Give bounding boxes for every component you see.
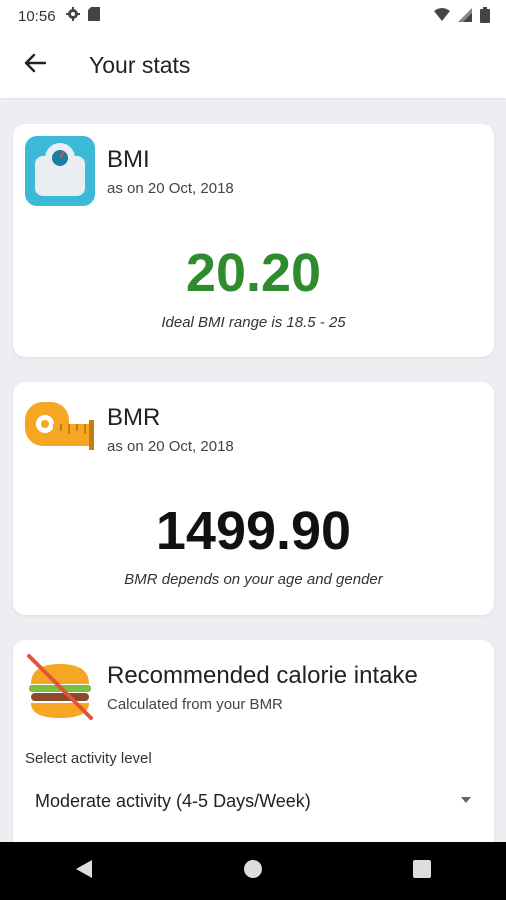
no-burger-icon xyxy=(25,652,95,722)
bmr-value: 1499.90 xyxy=(155,501,352,561)
recents-square-icon xyxy=(412,859,431,883)
calorie-card: Recommended calorie intake Calculated fr… xyxy=(13,640,494,870)
nav-home-button[interactable] xyxy=(223,851,283,891)
calorie-subtitle: Calculated from your BMR xyxy=(107,696,283,713)
sd-card-icon xyxy=(87,6,100,26)
bmr-card: BMR as on 20 Oct, 2018 1499.90 BMR depen… xyxy=(13,382,494,615)
gear-icon xyxy=(65,6,80,26)
nav-recents-button[interactable] xyxy=(392,851,452,891)
battery-icon xyxy=(480,7,490,28)
bmi-note: Ideal BMI range is 18.5 - 25 xyxy=(161,314,346,331)
home-circle-icon xyxy=(243,859,263,884)
activity-level-value: Moderate activity (4-5 Days/Week) xyxy=(35,790,311,811)
bmi-title: BMI xyxy=(107,146,150,173)
bmr-note: BMR depends on your age and gender xyxy=(124,571,383,588)
bmr-title: BMR xyxy=(107,404,161,431)
bmi-card: BMI as on 20 Oct, 2018 20.20 Ideal BMI r… xyxy=(13,124,494,357)
signal-icon xyxy=(458,8,472,27)
back-arrow-icon xyxy=(24,53,47,78)
back-button[interactable] xyxy=(15,45,55,85)
status-time: 10:56 xyxy=(18,7,56,25)
back-triangle-icon xyxy=(75,859,93,884)
wifi-icon xyxy=(434,8,450,27)
dropdown-arrow-icon xyxy=(461,797,471,803)
app-bar: Your stats xyxy=(0,32,506,98)
nav-back-button[interactable] xyxy=(54,851,114,891)
bmi-date: as on 20 Oct, 2018 xyxy=(107,180,234,197)
activity-level-label: Select activity level xyxy=(25,750,152,767)
calorie-title: Recommended calorie intake xyxy=(107,662,418,689)
bmr-date: as on 20 Oct, 2018 xyxy=(107,438,234,455)
system-nav-bar xyxy=(0,842,506,900)
weighing-scale-icon xyxy=(25,136,95,206)
activity-level-dropdown[interactable]: Moderate activity (4-5 Days/Week) xyxy=(23,781,483,821)
status-bar: 10:56 xyxy=(0,0,506,32)
page-title: Your stats xyxy=(89,51,191,78)
measuring-tape-icon xyxy=(25,394,95,464)
bmi-value: 20.20 xyxy=(185,243,322,303)
